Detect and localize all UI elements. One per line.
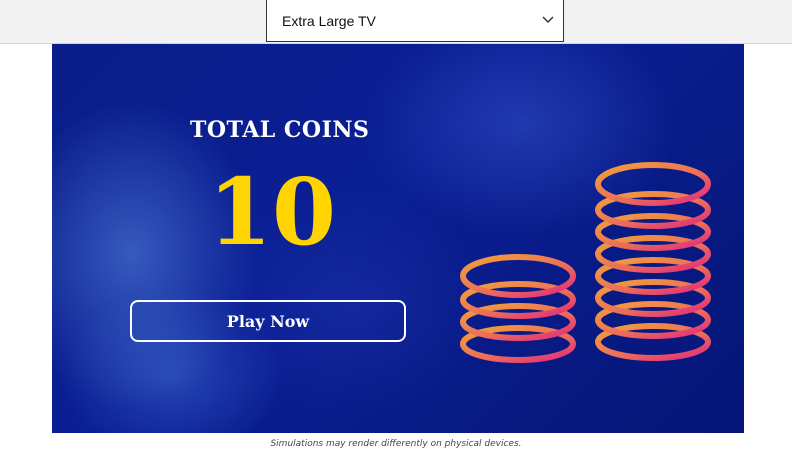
play-now-button[interactable]: Play Now bbox=[130, 300, 406, 342]
device-select[interactable]: Extra Large TV bbox=[266, 0, 564, 42]
simulation-disclaimer: Simulations may render differently on ph… bbox=[270, 439, 522, 449]
coin-stacks-icon bbox=[460, 162, 711, 363]
device-toolbar: Extra Large TV bbox=[0, 0, 792, 44]
coin-count: 10 bbox=[207, 158, 337, 266]
game-stage: TOTAL COINS 10 Play Now bbox=[52, 44, 744, 433]
total-coins-title: TOTAL COINS bbox=[190, 117, 370, 143]
chevron-down-icon bbox=[542, 16, 554, 24]
device-select-value: Extra Large TV bbox=[282, 13, 376, 29]
